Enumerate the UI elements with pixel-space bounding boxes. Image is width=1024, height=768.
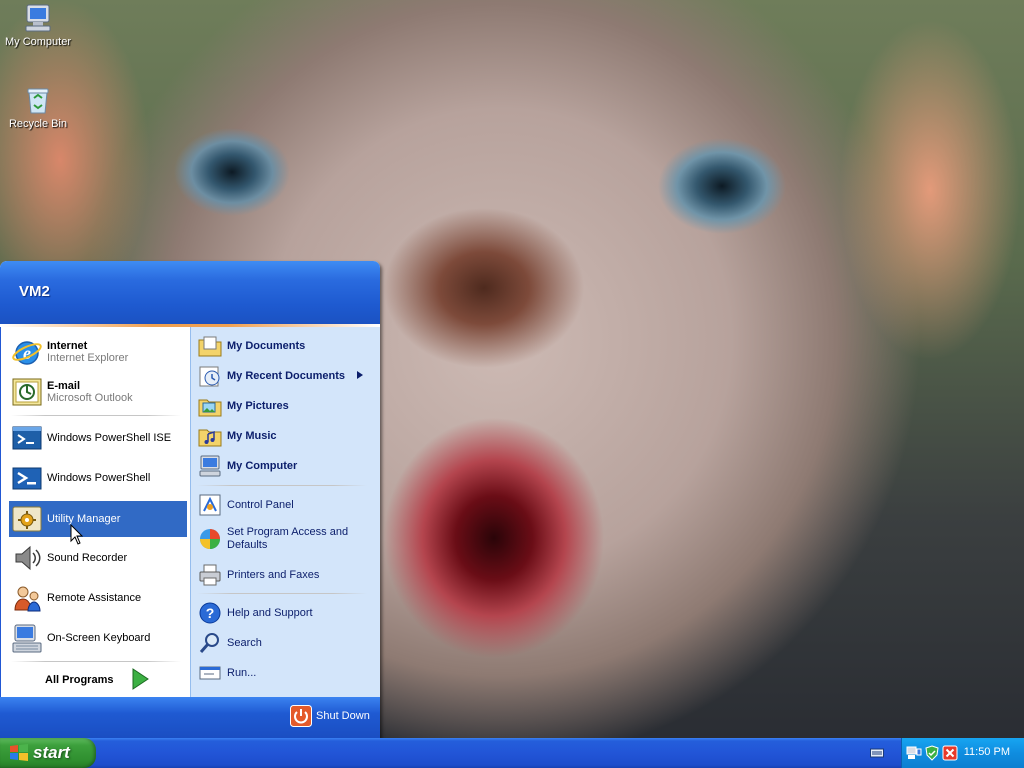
user-name: VM2 — [19, 283, 50, 300]
program-item-sound-recorder[interactable]: Sound Recorder — [9, 541, 187, 575]
green-arrow-icon — [131, 667, 150, 693]
separator — [197, 593, 367, 594]
places-item-my-pictures[interactable]: My Pictures — [198, 392, 374, 420]
places-item-my-recent-documents[interactable]: My Recent Documents — [198, 362, 374, 390]
item-label: Internet — [47, 340, 88, 352]
item-label: My Computer — [227, 460, 298, 472]
item-label: My Recent Documents — [227, 370, 345, 382]
mouse-cursor-icon — [70, 523, 84, 549]
item-label: Set Program Access and Defaults — [227, 526, 349, 551]
system-tray: 11:50 PM — [901, 738, 1024, 768]
submenu-arrow-icon — [356, 370, 363, 382]
control-panel-icon — [198, 493, 222, 517]
all-programs-button[interactable]: All Programs — [45, 667, 155, 693]
my-pictures-icon — [198, 394, 222, 418]
pinned-item-internet[interactable]: e Internet Internet Explorer — [11, 334, 187, 370]
item-label: Control Panel — [227, 499, 294, 511]
item-label: My Documents — [227, 340, 306, 352]
outlook-icon — [11, 376, 43, 408]
desktop-icon-label: Recycle Bin — [8, 118, 68, 130]
item-label: My Music — [227, 430, 277, 442]
start-menu-footer: Shut Down — [0, 697, 380, 738]
powershell-ise-icon — [11, 422, 43, 454]
item-label: Windows PowerShell ISE — [47, 432, 172, 444]
my-documents-icon — [198, 334, 222, 358]
search-icon — [198, 631, 222, 655]
my-music-icon — [198, 424, 222, 448]
start-menu-programs: e Internet Internet Explorer E-mail Micros… — [0, 327, 191, 697]
shutdown-label: Shut Down — [316, 710, 370, 722]
program-item-powershell-ise[interactable]: Windows PowerShell ISE — [9, 421, 187, 455]
help-item-search[interactable]: Search — [198, 629, 374, 657]
sound-recorder-icon — [11, 542, 43, 574]
item-sublabel: Internet Explorer — [47, 352, 129, 364]
my-computer-icon — [22, 2, 54, 34]
utility-manager-icon — [11, 503, 43, 535]
settings-item-printers-and-faxes[interactable]: Printers and Faxes — [198, 561, 374, 589]
separator — [11, 415, 181, 416]
item-label: On-Screen Keyboard — [47, 632, 151, 644]
program-item-utility-manager[interactable]: Utility Manager — [9, 501, 187, 537]
program-item-powershell[interactable]: Windows PowerShell — [9, 461, 187, 495]
recycle-bin-icon — [22, 84, 54, 116]
program-item-remote-assistance[interactable]: Remote Assistance — [9, 581, 187, 615]
start-menu: VM2 e Internet Internet Explorer E-mail Mi… — [0, 261, 380, 738]
separator — [11, 661, 181, 662]
places-item-my-computer[interactable]: My Computer — [198, 452, 374, 480]
settings-item-set-program-access[interactable]: Set Program Access and Defaults — [198, 521, 374, 557]
item-sublabel: Microsoft Outlook — [47, 392, 133, 404]
item-label: Run... — [227, 667, 257, 679]
shutdown-button[interactable]: Shut Down — [290, 705, 370, 727]
places-item-my-documents[interactable]: My Documents — [198, 332, 374, 360]
set-program-access-icon — [198, 527, 222, 551]
my-computer-icon — [198, 454, 222, 478]
program-item-on-screen-keyboard[interactable]: On-Screen Keyboard — [9, 621, 187, 655]
places-item-my-music[interactable]: My Music — [198, 422, 374, 450]
pinned-item-email[interactable]: E-mail Microsoft Outlook — [11, 374, 187, 410]
help-item-help-and-support[interactable]: ? Help and Support — [198, 599, 374, 627]
my-recent-documents-icon — [198, 364, 222, 388]
item-label: My Pictures — [227, 400, 289, 412]
settings-item-control-panel[interactable]: Control Panel — [198, 491, 374, 519]
start-menu-header: VM2 — [0, 261, 380, 324]
desktop-icon-recycle-bin[interactable]: Recycle Bin — [0, 84, 78, 130]
security-shield-icon[interactable] — [924, 745, 940, 764]
keyboard-language-icon[interactable] — [870, 747, 884, 762]
printers-icon — [198, 563, 222, 587]
desktop-icon-label: My Computer — [4, 36, 72, 48]
help-item-run[interactable]: Run... — [198, 659, 374, 687]
item-label: Sound Recorder — [47, 552, 128, 564]
start-menu-places: My Documents My Recent Documents My Pict… — [190, 327, 380, 697]
item-label: Help and Support — [227, 607, 313, 619]
taskbar: start 11:50 PM — [0, 738, 1024, 768]
clock[interactable]: 11:50 PM — [964, 746, 1010, 758]
item-label: Search — [227, 637, 262, 649]
desktop[interactable]: My Computer Recycle Bin VM2 e Internet In… — [0, 0, 1024, 738]
separator — [197, 485, 367, 486]
alert-icon[interactable] — [942, 745, 958, 764]
item-label: Printers and Faxes — [227, 569, 320, 581]
internet-explorer-icon: e — [11, 336, 43, 368]
remote-assistance-icon — [11, 582, 43, 614]
item-label: Windows PowerShell — [47, 472, 151, 484]
powershell-icon — [11, 462, 43, 494]
windows-logo-icon — [9, 743, 29, 763]
all-programs-label: All Programs — [45, 674, 114, 686]
run-icon — [198, 661, 222, 685]
item-label: Remote Assistance — [47, 592, 142, 604]
help-icon: ? — [198, 601, 222, 625]
desktop-icon-my-computer[interactable]: My Computer — [0, 2, 78, 48]
start-button[interactable]: start — [0, 738, 96, 768]
on-screen-keyboard-icon — [11, 622, 43, 654]
start-label: start — [33, 743, 70, 762]
item-label: E-mail — [47, 380, 81, 392]
svg-text:?: ? — [206, 605, 215, 621]
shutdown-icon — [290, 705, 312, 727]
network-icon[interactable] — [906, 745, 922, 764]
